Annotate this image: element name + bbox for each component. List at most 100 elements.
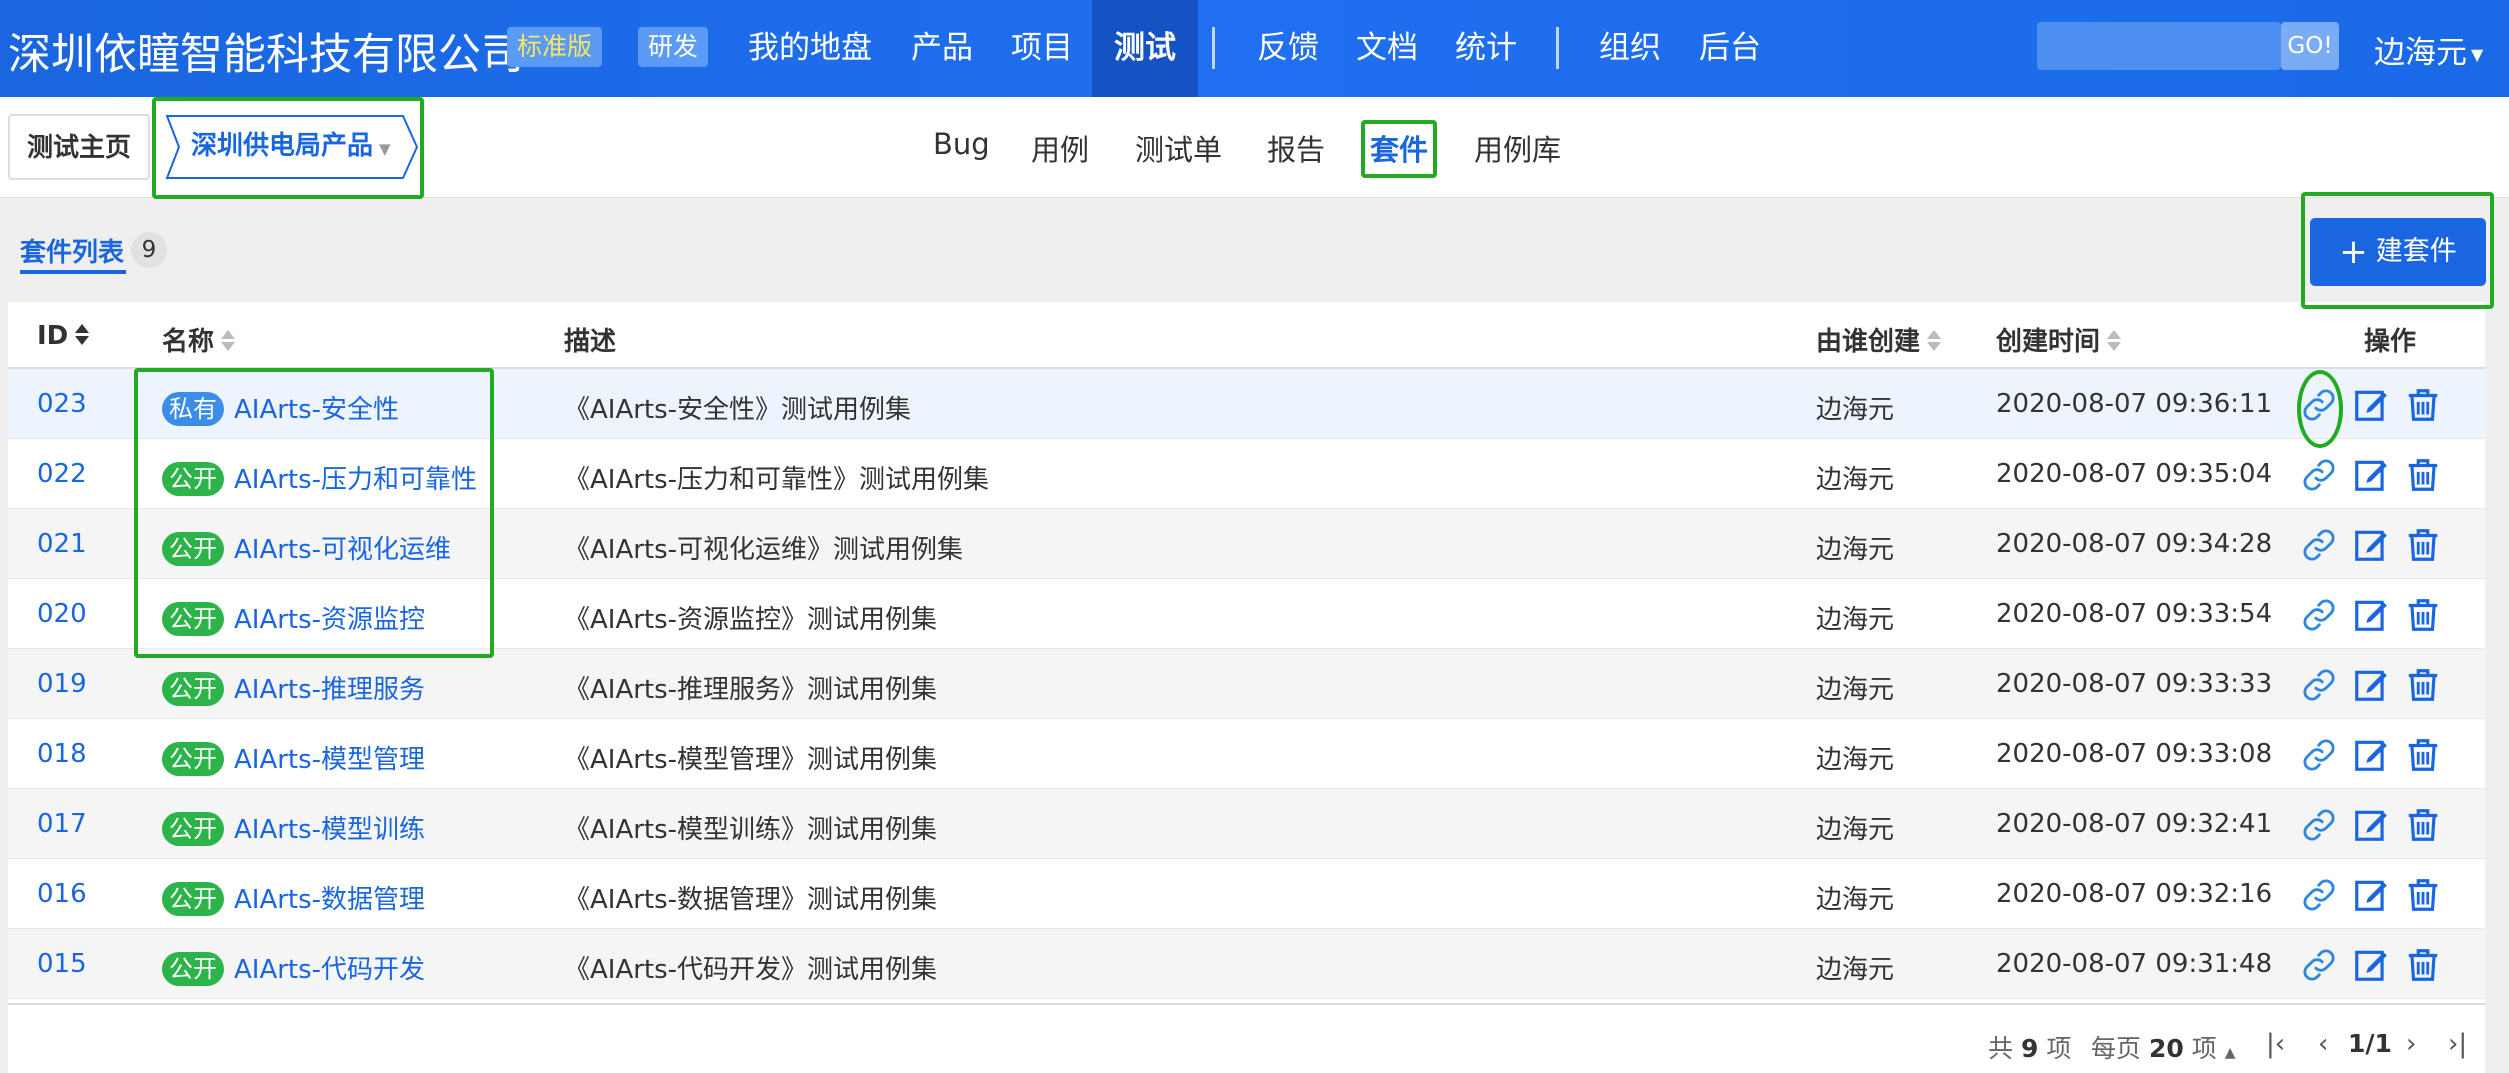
row-id[interactable]: 021 — [37, 529, 87, 559]
edit-icon[interactable] — [2352, 386, 2390, 424]
row-name[interactable]: 公开 AIArts-可视化运维 — [162, 529, 451, 566]
company-name[interactable]: 深圳依瞳智能科技有限公司 — [8, 20, 524, 82]
delete-icon[interactable] — [2404, 666, 2442, 704]
delete-icon[interactable] — [2404, 596, 2442, 634]
row-id[interactable]: 018 — [37, 739, 87, 769]
row-name-link[interactable]: AIArts-可视化运维 — [234, 535, 451, 565]
link-icon[interactable] — [2300, 666, 2338, 704]
row-name-link[interactable]: AIArts-压力和可靠性 — [234, 465, 477, 495]
nav-docs[interactable]: 文档 — [1335, 0, 1439, 97]
row-id[interactable]: 022 — [37, 459, 87, 489]
table-row[interactable]: 021 公开 AIArts-可视化运维 《AIArts-可视化运维》测试用例集 边海元 2… — [8, 509, 2485, 579]
edit-icon[interactable] — [2352, 596, 2390, 634]
row-id[interactable]: 019 — [37, 669, 87, 699]
tab-suite[interactable]: 套件 — [1370, 127, 1428, 169]
row-name-link[interactable]: AIArts-代码开发 — [234, 955, 425, 985]
col-id[interactable]: ID — [37, 321, 90, 351]
test-home-link[interactable]: 测试主页 — [8, 114, 150, 180]
user-menu[interactable]: 边海元 ▼ — [2374, 27, 2483, 72]
edit-icon[interactable] — [2352, 666, 2390, 704]
nav-my-space[interactable]: 我的地盘 — [735, 0, 885, 97]
tab-cases[interactable]: 用例 — [1031, 127, 1089, 169]
pager-per-page[interactable]: 每页 20 项 ▲ — [2091, 1029, 2235, 1065]
link-icon[interactable] — [2300, 736, 2338, 774]
nav-product[interactable]: 产品 — [890, 0, 994, 97]
row-name-link[interactable]: AIArts-数据管理 — [234, 885, 425, 915]
product-selector[interactable]: 深圳供电局产品 ▼ — [165, 114, 420, 180]
row-name-link[interactable]: AIArts-安全性 — [234, 395, 399, 425]
search-input[interactable] — [2037, 22, 2281, 70]
delete-icon[interactable] — [2404, 456, 2442, 494]
link-icon[interactable] — [2300, 946, 2338, 984]
nav-stats[interactable]: 统计 — [1434, 0, 1538, 97]
row-name[interactable]: 公开 AIArts-数据管理 — [162, 879, 425, 916]
delete-icon[interactable] — [2404, 946, 2442, 984]
pager: 共 9 项 每页 20 项 ▲ |‹ ‹ 1/1 › ›| — [8, 1003, 2485, 1073]
row-created-time: 2020-08-07 09:33:33 — [1996, 669, 2273, 699]
sort-icon — [2106, 329, 2122, 353]
tab-caselib[interactable]: 用例库 — [1474, 127, 1561, 169]
col-name[interactable]: 名称 — [162, 321, 236, 358]
delete-icon[interactable] — [2404, 736, 2442, 774]
row-name-link[interactable]: AIArts-模型管理 — [234, 745, 425, 775]
tab-testtask[interactable]: 测试单 — [1135, 127, 1222, 169]
link-icon[interactable] — [2300, 386, 2338, 424]
row-name[interactable]: 公开 AIArts-资源监控 — [162, 599, 425, 636]
role-badge[interactable]: 研发 — [638, 27, 709, 67]
link-icon[interactable] — [2300, 526, 2338, 564]
prev-page-icon[interactable]: ‹ — [2318, 1029, 2328, 1059]
delete-icon[interactable] — [2404, 876, 2442, 914]
row-name[interactable]: 公开 AIArts-推理服务 — [162, 669, 425, 706]
row-id[interactable]: 016 — [37, 879, 87, 909]
row-name-link[interactable]: AIArts-推理服务 — [234, 675, 425, 705]
edit-icon[interactable] — [2352, 946, 2390, 984]
first-page-icon[interactable]: |‹ — [2266, 1029, 2285, 1059]
nav-test[interactable]: 测试 — [1092, 0, 1198, 97]
col-created-by[interactable]: 由谁创建 — [1816, 321, 1942, 358]
row-id[interactable]: 017 — [37, 809, 87, 839]
delete-icon[interactable] — [2404, 386, 2442, 424]
link-icon[interactable] — [2300, 596, 2338, 634]
next-page-icon[interactable]: › — [2406, 1029, 2416, 1059]
row-name-link[interactable]: AIArts-资源监控 — [234, 605, 425, 635]
link-icon[interactable] — [2300, 876, 2338, 914]
row-name[interactable]: 公开 AIArts-模型管理 — [162, 739, 425, 776]
nav-feedback[interactable]: 反馈 — [1236, 0, 1340, 97]
table-row[interactable]: 016 公开 AIArts-数据管理 《AIArts-数据管理》测试用例集 边海元 202… — [8, 859, 2485, 929]
last-page-icon[interactable]: ›| — [2448, 1029, 2467, 1059]
search-go-button[interactable]: GO! — [2281, 22, 2339, 70]
table-row[interactable]: 022 公开 AIArts-压力和可靠性 《AIArts-压力和可靠性》测试用例集 边海… — [8, 439, 2485, 509]
delete-icon[interactable] — [2404, 806, 2442, 844]
table-row[interactable]: 018 公开 AIArts-模型管理 《AIArts-模型管理》测试用例集 边海元 202… — [8, 719, 2485, 789]
row-name[interactable]: 私有 AIArts-安全性 — [162, 389, 399, 426]
edit-icon[interactable] — [2352, 806, 2390, 844]
row-name-link[interactable]: AIArts-模型训练 — [234, 815, 425, 845]
nav-admin[interactable]: 后台 — [1678, 0, 1782, 97]
row-name[interactable]: 公开 AIArts-模型训练 — [162, 809, 425, 846]
delete-icon[interactable] — [2404, 526, 2442, 564]
row-id[interactable]: 023 — [37, 389, 87, 419]
link-icon[interactable] — [2300, 806, 2338, 844]
edit-icon[interactable] — [2352, 736, 2390, 774]
create-suite-button[interactable]: + 建套件 — [2310, 218, 2486, 286]
tab-bug[interactable]: Bug — [933, 127, 990, 161]
row-created-time: 2020-08-07 09:31:48 — [1996, 949, 2273, 979]
edit-icon[interactable] — [2352, 456, 2390, 494]
table-row[interactable]: 023 私有 AIArts-安全性 《AIArts-安全性》测试用例集 边海元 2020-… — [8, 369, 2485, 439]
row-id[interactable]: 015 — [37, 949, 87, 979]
edit-icon[interactable] — [2352, 876, 2390, 914]
nav-org[interactable]: 组织 — [1578, 0, 1682, 97]
edit-icon[interactable] — [2352, 526, 2390, 564]
tab-report[interactable]: 报告 — [1267, 127, 1325, 169]
table-row[interactable]: 015 公开 AIArts-代码开发 《AIArts-代码开发》测试用例集 边海元 202… — [8, 929, 2485, 999]
list-title[interactable]: 套件列表 — [20, 232, 124, 269]
link-icon[interactable] — [2300, 456, 2338, 494]
table-row[interactable]: 019 公开 AIArts-推理服务 《AIArts-推理服务》测试用例集 边海元 202… — [8, 649, 2485, 719]
nav-project[interactable]: 项目 — [990, 0, 1094, 97]
row-id[interactable]: 020 — [37, 599, 87, 629]
table-row[interactable]: 020 公开 AIArts-资源监控 《AIArts-资源监控》测试用例集 边海元 202… — [8, 579, 2485, 649]
row-name[interactable]: 公开 AIArts-压力和可靠性 — [162, 459, 477, 496]
row-name[interactable]: 公开 AIArts-代码开发 — [162, 949, 425, 986]
table-row[interactable]: 017 公开 AIArts-模型训练 《AIArts-模型训练》测试用例集 边海元 202… — [8, 789, 2485, 859]
col-created-time[interactable]: 创建时间 — [1996, 321, 2122, 358]
